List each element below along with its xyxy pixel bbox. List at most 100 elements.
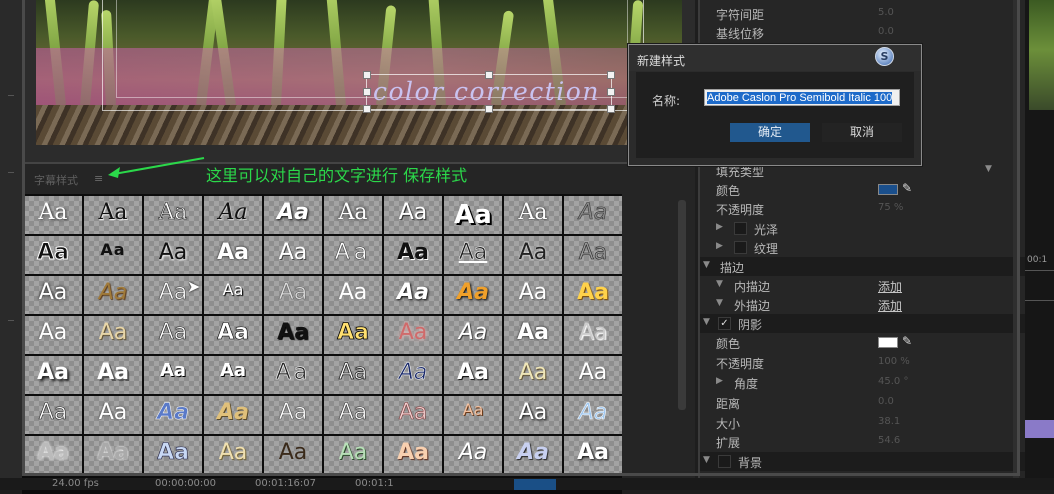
- style-swatch[interactable]: Aa: [564, 396, 622, 434]
- hamburger-menu-icon[interactable]: ≡: [94, 172, 103, 185]
- style-swatch[interactable]: Aa: [564, 356, 622, 394]
- title-text-box[interactable]: color correction: [363, 71, 615, 113]
- style-swatch[interactable]: Aa: [84, 276, 142, 314]
- prop-value[interactable]: 100 %: [878, 356, 910, 367]
- style-swatch[interactable]: Aa: [24, 396, 82, 434]
- style-swatch[interactable]: Aa: [24, 196, 82, 234]
- style-swatch[interactable]: Aa: [324, 236, 382, 274]
- style-swatch[interactable]: Aa: [504, 196, 562, 234]
- style-swatch[interactable]: Aa: [444, 396, 502, 434]
- triangle-expand-icon[interactable]: ▶: [716, 241, 723, 251]
- resize-handle[interactable]: [607, 71, 615, 79]
- prop-value[interactable]: 0.0: [878, 396, 894, 407]
- prop-value[interactable]: 5.0: [878, 7, 894, 18]
- style-swatch[interactable]: Aa: [444, 356, 502, 394]
- style-swatch[interactable]: Aa: [264, 356, 322, 394]
- background-checkbox[interactable]: [718, 455, 731, 468]
- style-swatch[interactable]: Aa: [444, 236, 502, 274]
- style-swatch[interactable]: Aa: [564, 316, 622, 354]
- properties-scrollbar[interactable]: [1013, 0, 1019, 478]
- panel-title[interactable]: 字幕样式: [34, 172, 78, 188]
- style-swatch[interactable]: Aa: [564, 196, 622, 234]
- cancel-button[interactable]: 取消: [822, 123, 902, 142]
- style-swatch[interactable]: Aa: [24, 316, 82, 354]
- section-shadow[interactable]: ▼ ✓ 阴影: [700, 314, 1025, 333]
- style-swatch[interactable]: Aa: [204, 316, 262, 354]
- section-stroke[interactable]: ▼ 描边: [700, 257, 1025, 276]
- style-swatch[interactable]: Aa: [264, 276, 322, 314]
- resize-handle[interactable]: [607, 105, 615, 113]
- style-swatch[interactable]: Aa: [324, 436, 382, 474]
- style-swatch[interactable]: Aa: [144, 196, 202, 234]
- ok-button[interactable]: 确定: [730, 123, 810, 142]
- eyedropper-icon[interactable]: ✎: [902, 181, 912, 195]
- style-swatch[interactable]: Aa: [264, 396, 322, 434]
- triangle-collapse-icon[interactable]: ▼: [716, 298, 723, 308]
- style-swatch[interactable]: Aa: [84, 436, 142, 474]
- triangle-collapse-icon[interactable]: ▼: [703, 260, 710, 270]
- style-swatch[interactable]: Aa: [384, 236, 442, 274]
- style-swatch[interactable]: Aa: [384, 316, 442, 354]
- color-swatch[interactable]: [878, 337, 898, 348]
- style-swatch[interactable]: Aa: [564, 436, 622, 474]
- triangle-collapse-icon[interactable]: ▼: [716, 279, 723, 289]
- style-swatch[interactable]: Aa: [444, 316, 502, 354]
- add-outer-stroke-link[interactable]: 添加: [878, 297, 902, 314]
- triangle-expand-icon[interactable]: ▼: [703, 455, 710, 465]
- style-swatch[interactable]: Aa: [324, 276, 382, 314]
- style-swatch[interactable]: Aa: [324, 316, 382, 354]
- style-swatch[interactable]: Aa: [204, 236, 262, 274]
- style-swatch[interactable]: Aa: [324, 196, 382, 234]
- shadow-checkbox[interactable]: ✓: [718, 317, 731, 330]
- resize-handle[interactable]: [363, 71, 371, 79]
- style-swatch[interactable]: Aa: [204, 436, 262, 474]
- video-preview[interactable]: color correction: [36, 0, 682, 145]
- style-swatch[interactable]: Aa: [84, 316, 142, 354]
- style-swatch[interactable]: Aa: [144, 396, 202, 434]
- dropdown-arrow-icon[interactable]: ▼: [985, 164, 992, 174]
- sheen-checkbox[interactable]: [734, 222, 747, 235]
- section-background[interactable]: ▼ 背景: [700, 452, 1025, 471]
- triangle-expand-icon[interactable]: ▶: [716, 222, 723, 232]
- prop-value[interactable]: 38.1: [878, 416, 900, 427]
- style-swatch[interactable]: Aa: [84, 196, 142, 234]
- style-swatch[interactable]: Aa: [384, 276, 442, 314]
- prop-value[interactable]: 45.0 °: [878, 376, 908, 387]
- style-swatch[interactable]: Aa: [324, 356, 382, 394]
- style-swatch[interactable]: Aa: [504, 276, 562, 314]
- style-name-value[interactable]: Adobe Caslon Pro Semibold Italic 100: [707, 92, 893, 104]
- style-swatch[interactable]: Aa: [204, 356, 262, 394]
- color-swatch[interactable]: [878, 184, 898, 195]
- add-inner-stroke-link[interactable]: 添加: [878, 278, 902, 295]
- triangle-collapse-icon[interactable]: ▼: [703, 317, 710, 327]
- style-swatch[interactable]: Aa: [204, 276, 262, 314]
- style-swatch[interactable]: Aa: [384, 436, 442, 474]
- style-swatch[interactable]: Aa: [84, 356, 142, 394]
- grid-scrollbar[interactable]: [678, 200, 686, 410]
- style-swatch[interactable]: Aa: [384, 196, 442, 234]
- resize-handle[interactable]: [363, 105, 371, 113]
- style-swatch[interactable]: Aa: [504, 436, 562, 474]
- texture-checkbox[interactable]: [734, 241, 747, 254]
- resize-handle[interactable]: [607, 88, 615, 96]
- style-swatch[interactable]: Aa: [24, 436, 82, 474]
- eyedropper-icon[interactable]: ✎: [902, 334, 912, 348]
- prop-value[interactable]: 75 %: [878, 202, 903, 213]
- style-swatch[interactable]: Aa: [264, 236, 322, 274]
- style-swatch[interactable]: Aa: [144, 436, 202, 474]
- style-swatch[interactable]: Aa: [324, 396, 382, 434]
- style-swatch[interactable]: Aa: [504, 316, 562, 354]
- triangle-expand-icon[interactable]: ▶: [716, 376, 723, 386]
- style-swatch[interactable]: Aa: [444, 196, 502, 234]
- resize-handle[interactable]: [485, 105, 493, 113]
- style-swatch[interactable]: Aa: [84, 236, 142, 274]
- style-swatch[interactable]: Aa: [24, 276, 82, 314]
- resize-handle[interactable]: [485, 71, 493, 79]
- prop-value[interactable]: 0.0: [878, 26, 894, 37]
- style-swatch[interactable]: Aa: [504, 236, 562, 274]
- status-button[interactable]: [514, 479, 556, 490]
- title-text[interactable]: color correction: [373, 77, 600, 106]
- style-swatch[interactable]: Aa: [444, 436, 502, 474]
- style-name-input[interactable]: Adobe Caslon Pro Semibold Italic 100: [704, 89, 900, 106]
- style-swatch[interactable]: Aa: [144, 356, 202, 394]
